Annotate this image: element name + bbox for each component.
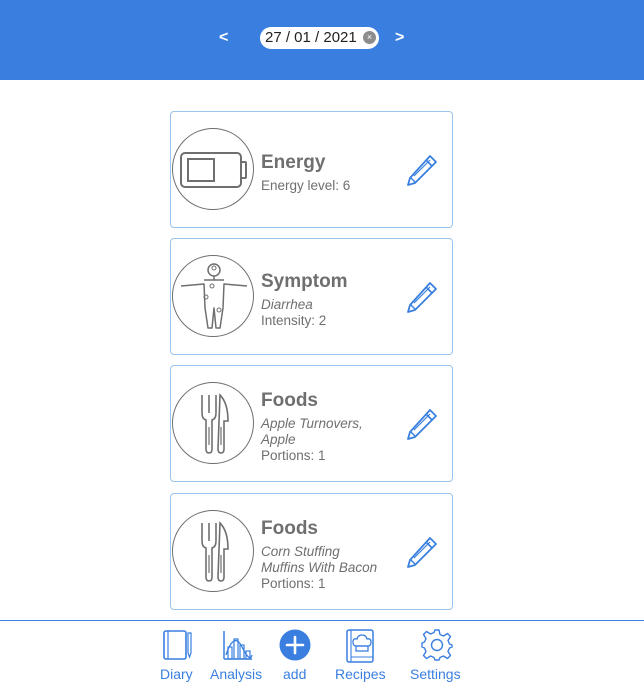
entry-title: Symptom [261,271,348,292]
gear-icon [421,629,453,661]
battery-icon [172,128,254,210]
entry-detail: Corn Stuffing Muffins With Bacon Portion… [261,544,377,592]
tab-add[interactable]: add [278,621,312,687]
chart-icon [223,631,253,660]
tab-label: Diary [160,666,193,682]
entry-detail: Apple Turnovers, Apple Portions: 1 [261,416,363,464]
tab-settings[interactable]: Settings [409,621,465,687]
portions-text: Portions: 1 [261,576,326,591]
entry-title: Foods [261,518,318,539]
symptom-name: Diarrhea [261,297,313,312]
food-name-line: Muffins With Bacon [261,560,378,575]
date-input[interactable]: 27 / 01 / 2021 × [260,27,379,49]
next-day-button[interactable]: > [395,28,404,48]
bottom-tab-bar: Diary Analysis add Recipes Settings [0,620,644,688]
tab-analysis[interactable]: Analysis [209,621,265,687]
entry-card-foods[interactable]: Foods Apple Turnovers, Apple Portions: 1 [170,365,453,482]
tab-diary[interactable]: Diary [154,621,200,687]
entry-title: Foods [261,390,318,411]
cutlery-icon [172,510,254,592]
tab-label: add [283,666,307,682]
edit-pencil-icon[interactable] [404,534,440,570]
energy-level-text: Energy level: 6 [261,178,351,193]
notebook-icon [163,630,192,660]
entry-detail: Energy level: 6 [261,178,350,194]
tab-label: Analysis [210,666,263,682]
portions-text: Portions: 1 [261,448,326,463]
previous-day-button[interactable]: < [219,28,228,48]
entry-title: Energy [261,152,326,173]
top-bar: < 27 / 01 / 2021 × > [0,0,644,80]
cutlery-icon [172,382,254,464]
tab-recipes[interactable]: Recipes [332,621,388,687]
edit-pencil-icon[interactable] [404,152,440,188]
body-figure-icon [172,255,254,337]
chef-book-icon [346,629,374,663]
food-name-line: Apple Turnovers, [261,416,363,431]
date-value: 27 / 01 / 2021 [265,29,357,46]
intensity-text: Intensity: 2 [261,313,327,328]
food-name-line: Corn Stuffing [261,544,340,559]
plus-circle-icon [279,629,311,661]
clear-date-icon[interactable]: × [363,31,376,44]
entry-card-energy[interactable]: Energy Energy level: 6 [170,111,453,228]
entry-detail: Diarrhea Intensity: 2 [261,297,326,329]
edit-pencil-icon[interactable] [404,279,440,315]
entry-card-symptom[interactable]: Symptom Diarrhea Intensity: 2 [170,238,453,355]
entry-card-foods[interactable]: Foods Corn Stuffing Muffins With Bacon P… [170,493,453,610]
edit-pencil-icon[interactable] [404,406,440,442]
tab-label: Settings [410,666,461,682]
food-name-line: Apple [261,432,296,447]
tab-label: Recipes [335,666,386,682]
